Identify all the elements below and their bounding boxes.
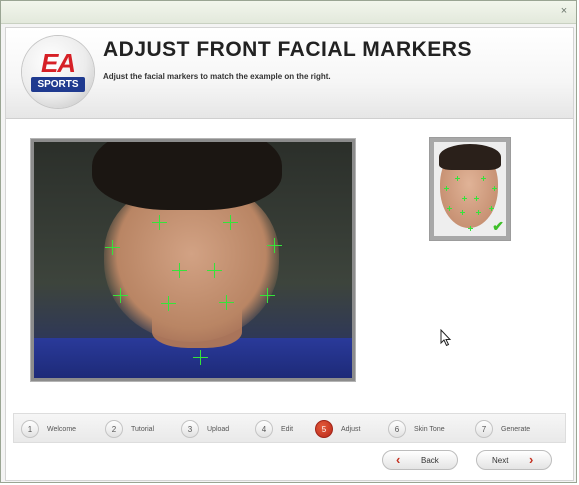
back-button[interactable]: ‹ Back: [382, 450, 458, 470]
example-marker: [481, 176, 486, 181]
step-number: 4: [255, 420, 273, 438]
facial-marker[interactable]: [172, 263, 187, 278]
step-label: Edit: [281, 425, 294, 433]
step-label: Generate: [501, 425, 531, 433]
uploaded-face-photo: [34, 142, 352, 378]
mouse-cursor-icon: [440, 329, 452, 347]
example-marker: [455, 176, 460, 181]
example-marker: [462, 196, 467, 201]
step-number: 3: [181, 420, 199, 438]
back-button-label: Back: [421, 456, 439, 465]
example-hair: [439, 144, 501, 170]
wizard-steps: 1 Welcome 2 Tutorial 3 Upload 4 Edit 5 A…: [13, 413, 566, 443]
page-title: ADJUST FRONT FACIAL MARKERS: [103, 38, 472, 61]
facial-marker[interactable]: [267, 238, 282, 253]
step-tutorial: 2 Tutorial: [105, 419, 154, 439]
facial-marker[interactable]: [161, 296, 176, 311]
step-upload: 3 Upload: [181, 419, 229, 439]
step-skin-tone: 6 Skin Tone: [388, 419, 445, 439]
facial-marker[interactable]: [193, 350, 208, 365]
facial-marker[interactable]: [207, 263, 222, 278]
title-bar: ×: [1, 1, 576, 24]
step-label: Tutorial: [131, 425, 155, 433]
facial-marker[interactable]: [105, 240, 120, 255]
example-marker: [476, 210, 481, 215]
example-marker: [489, 206, 494, 211]
example-marker: [447, 206, 452, 211]
close-icon[interactable]: ×: [558, 5, 570, 17]
facial-marker[interactable]: [113, 288, 128, 303]
ea-sports-logo: EA SPORTS: [22, 36, 94, 108]
step-label: Upload: [207, 425, 230, 433]
example-marker: [468, 226, 473, 231]
step-generate: 7 Generate: [475, 419, 530, 439]
step-welcome: 1 Welcome: [21, 419, 76, 439]
checkmark-icon: ✔: [492, 218, 504, 234]
example-marker: [474, 196, 479, 201]
wizard-panel: EA SPORTS ADJUST FRONT FACIAL MARKERS Ad…: [5, 27, 574, 481]
next-button-label: Next: [492, 456, 509, 465]
step-label: Welcome: [47, 425, 77, 433]
step-edit: 4 Edit: [255, 419, 293, 439]
dialog-window: × EA SPORTS ADJUST FRONT FACIAL MARKERS …: [0, 0, 577, 483]
example-marker: [460, 210, 465, 215]
logo-sports-text: SPORTS: [31, 77, 85, 92]
chevron-right-icon: ›: [529, 452, 534, 467]
example-photo-frame: ✔: [429, 137, 511, 241]
next-button[interactable]: Next ›: [476, 450, 552, 470]
step-number: 2: [105, 420, 123, 438]
step-adjust: 5 Adjust: [315, 419, 360, 439]
facial-marker[interactable]: [223, 215, 238, 230]
facial-marker[interactable]: [152, 215, 167, 230]
example-marker: [444, 186, 449, 191]
step-label: Skin Tone: [414, 425, 445, 433]
header: EA SPORTS ADJUST FRONT FACIAL MARKERS Ad…: [6, 28, 573, 119]
facial-marker[interactable]: [260, 288, 275, 303]
logo-ea-text: EA: [40, 48, 76, 78]
facial-marker[interactable]: [219, 295, 234, 310]
uploaded-photo-frame: [30, 138, 356, 382]
step-label: Adjust: [341, 425, 361, 433]
example-face-photo: ✔: [434, 142, 506, 236]
step-number: 6: [388, 420, 406, 438]
step-number: 1: [21, 420, 39, 438]
step-number: 7: [475, 420, 493, 438]
chevron-left-icon: ‹: [396, 452, 401, 467]
page-subtitle: Adjust the facial markers to match the e…: [103, 72, 331, 81]
example-marker: [492, 186, 497, 191]
step-number: 5: [315, 420, 333, 438]
photo-hair: [92, 142, 282, 210]
